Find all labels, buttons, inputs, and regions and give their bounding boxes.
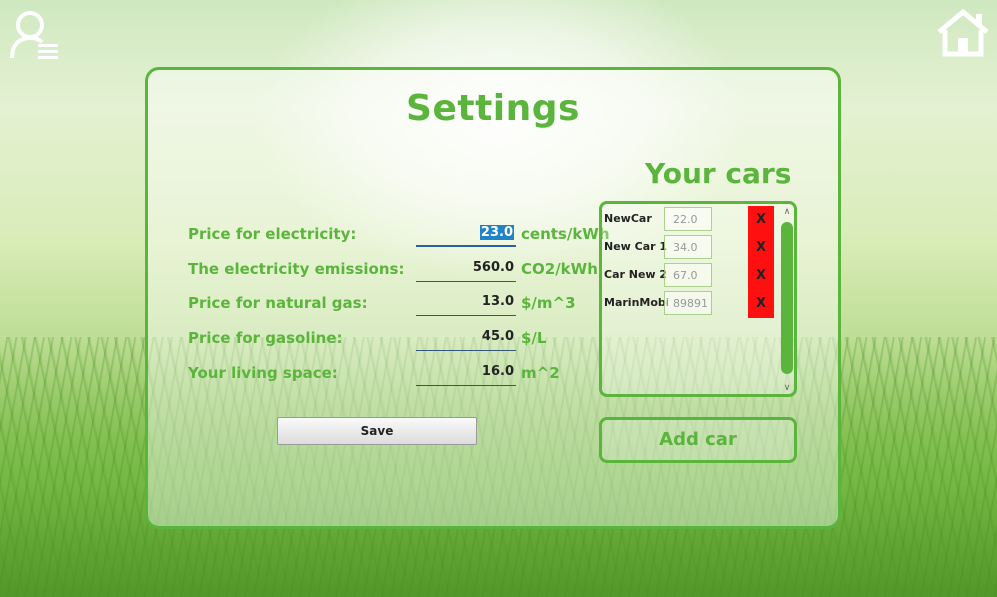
living-space-unit: m^2 bbox=[521, 364, 560, 382]
list-item: NewCar 22.0 X bbox=[602, 206, 778, 234]
car-value-input[interactable]: 67.0 bbox=[664, 263, 712, 287]
chevron-down-icon[interactable]: ∨ bbox=[779, 382, 794, 394]
living-space-label: Your living space: bbox=[188, 364, 338, 382]
delete-car-button[interactable]: X bbox=[748, 262, 774, 290]
field-row-electricity-emissions: The electricity emissions: 560.0 CO2/kWh bbox=[188, 256, 608, 286]
car-name: MarinMobile bbox=[604, 296, 668, 309]
field-row-gasoline-price: Price for gasoline: 45.0 $/L bbox=[188, 325, 608, 355]
electricity-price-label: Price for electricity: bbox=[188, 225, 357, 243]
car-value-input[interactable]: 89891 bbox=[664, 291, 712, 315]
add-car-button[interactable]: Add car bbox=[599, 417, 797, 463]
electricity-price-unit: cents/kWh bbox=[521, 225, 610, 243]
field-row-natural-gas-price: Price for natural gas: 13.0 $/m^3 bbox=[188, 290, 608, 320]
electricity-emissions-input[interactable]: 560.0 bbox=[416, 256, 516, 282]
field-row-electricity-price: Price for electricity: 23.0 cents/kWh bbox=[188, 221, 610, 251]
user-list-icon[interactable] bbox=[8, 8, 62, 62]
chevron-up-icon[interactable]: ∧ bbox=[779, 206, 794, 218]
electricity-price-input[interactable]: 23.0 bbox=[416, 221, 516, 247]
page-title: Settings bbox=[406, 88, 580, 129]
gasoline-price-label: Price for gasoline: bbox=[188, 329, 343, 347]
living-space-input[interactable]: 16.0 bbox=[416, 360, 516, 386]
list-item: Car New 2 67.0 X bbox=[602, 262, 778, 290]
delete-car-button[interactable]: X bbox=[748, 290, 774, 318]
gasoline-price-unit: $/L bbox=[521, 329, 547, 347]
list-item: MarinMobile 89891 X bbox=[602, 290, 778, 318]
settings-panel: Settings Price for electricity: 23.0 cen… bbox=[145, 67, 841, 529]
list-item: New Car 1 34.0 X bbox=[602, 234, 778, 262]
home-icon[interactable] bbox=[936, 8, 990, 58]
natural-gas-price-input[interactable]: 13.0 bbox=[416, 290, 516, 316]
car-name: New Car 1 bbox=[604, 240, 668, 253]
gasoline-price-input[interactable]: 45.0 bbox=[416, 325, 516, 351]
car-value-input[interactable]: 22.0 bbox=[664, 207, 712, 231]
delete-car-button[interactable]: X bbox=[748, 234, 774, 262]
car-value-input[interactable]: 34.0 bbox=[664, 235, 712, 259]
cars-list: NewCar 22.0 X New Car 1 34.0 X Car New 2… bbox=[599, 201, 797, 397]
electricity-emissions-label: The electricity emissions: bbox=[188, 260, 405, 278]
car-name: Car New 2 bbox=[604, 268, 668, 281]
field-row-living-space: Your living space: 16.0 m^2 bbox=[188, 360, 608, 390]
car-name: NewCar bbox=[604, 212, 652, 225]
cars-scrollbar[interactable]: ∧ ∨ bbox=[779, 206, 794, 394]
delete-car-button[interactable]: X bbox=[748, 206, 774, 234]
natural-gas-price-unit: $/m^3 bbox=[521, 294, 576, 312]
save-button[interactable]: Save bbox=[277, 417, 477, 445]
electricity-emissions-unit: CO2/kWh bbox=[521, 260, 598, 278]
natural-gas-price-label: Price for natural gas: bbox=[188, 294, 368, 312]
cars-title: Your cars bbox=[645, 157, 792, 190]
scrollbar-thumb[interactable] bbox=[781, 222, 793, 374]
